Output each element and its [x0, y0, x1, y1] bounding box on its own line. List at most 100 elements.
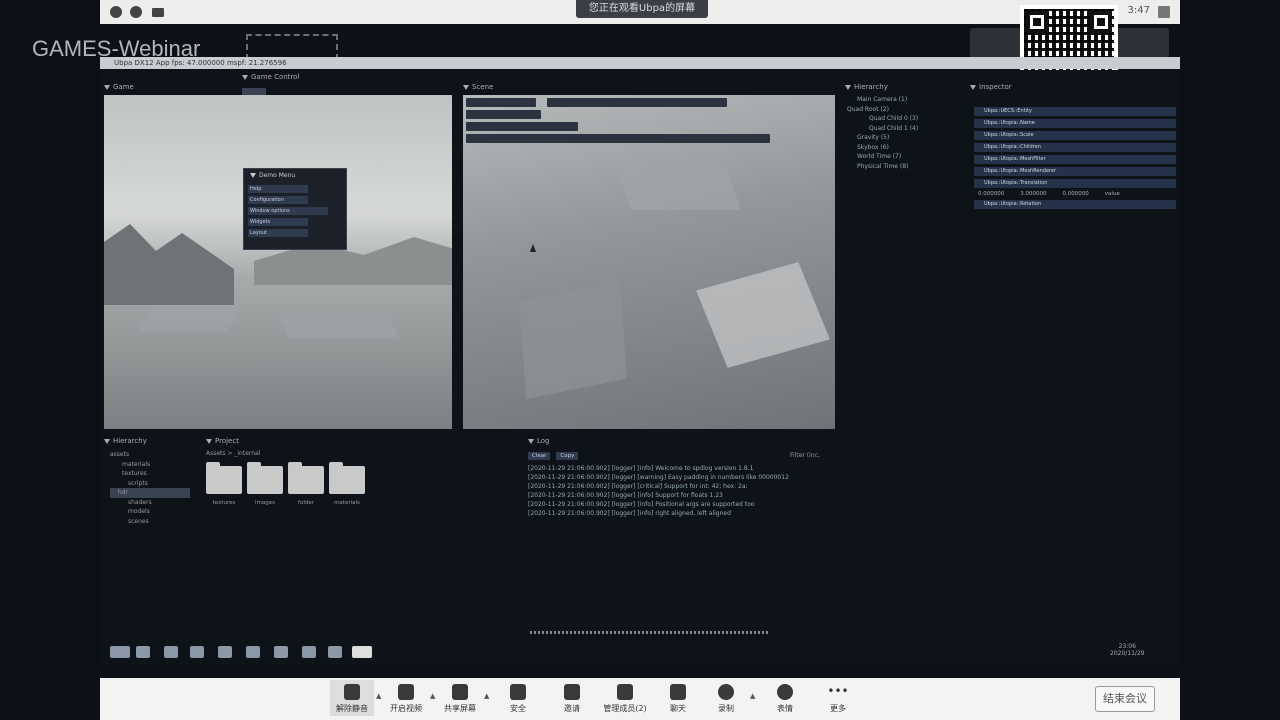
inspector-component[interactable]: Ubpa::Utopia::Name	[974, 119, 1176, 128]
inspector-component[interactable]: Ubpa::Utopia::Children	[974, 143, 1176, 152]
log-line: [2020-11-29 21:06:00.902] [logger] [info…	[528, 501, 755, 508]
inspector-component[interactable]: Ubpa::Utopia::MeshRenderer	[974, 167, 1176, 176]
folder-icon[interactable]	[247, 462, 283, 494]
demo-menu-window[interactable]: Demo Menu Help Configuration Window opti…	[243, 168, 347, 250]
folder-icon[interactable]	[206, 462, 242, 494]
inspector-component[interactable]: Ubpa::Utopia::Rotation	[974, 200, 1176, 209]
inspector-component[interactable]: Ubpa::Utopia::Translation	[974, 179, 1176, 188]
game-viewport[interactable]	[104, 95, 452, 429]
folder-icon[interactable]	[288, 462, 324, 494]
scene-panel-header[interactable]: Scene	[463, 82, 493, 92]
asset-tree-item[interactable]: materials	[110, 460, 190, 470]
app-icon[interactable]	[302, 646, 316, 658]
invite-button[interactable]: 邀请	[550, 684, 594, 714]
share-screen-icon	[452, 684, 468, 700]
app-icon[interactable]	[136, 646, 150, 658]
app-window: Game Control Game Scene Hierarchy Inspec…	[100, 70, 1180, 640]
inspector-component[interactable]: Ubpa::UECS::Entity	[974, 107, 1176, 116]
app-icon[interactable]	[352, 646, 372, 658]
hierarchy-item[interactable]: Skybox (6)	[845, 143, 918, 153]
log-clear-button[interactable]: Clear	[528, 452, 551, 460]
log-filter[interactable]: Filter (inc,	[790, 452, 820, 459]
demo-menu-item[interactable]: Help	[248, 185, 308, 193]
demo-menu-item[interactable]: Layout	[248, 229, 308, 237]
chevron-up-icon[interactable]: ▲	[376, 692, 381, 700]
asset-tree-item[interactable]: scripts	[110, 479, 190, 489]
shield-icon[interactable]	[130, 6, 142, 18]
chat-button[interactable]: 聊天	[656, 684, 700, 714]
app-icon[interactable]	[218, 646, 232, 658]
inspector-component[interactable]: Ubpa::Utopia::Scale	[974, 131, 1176, 140]
share-screen-button[interactable]: 共享屏幕	[438, 684, 482, 714]
chat-icon	[670, 684, 686, 700]
log-toolbar: Clear Copy	[528, 452, 579, 460]
demo-menu-item[interactable]: Configuration	[248, 196, 308, 204]
start-video-button[interactable]: 开启视频	[384, 684, 428, 714]
hierarchy-panel-header[interactable]: Hierarchy	[845, 82, 888, 92]
hierarchy-list: Main Camera (1) Quad Root (2) Quad Child…	[845, 95, 918, 171]
asset-tree-item[interactable]: models	[110, 507, 190, 517]
scene-toolbar-button[interactable]	[466, 122, 578, 131]
info-icon[interactable]	[110, 6, 122, 18]
scene-toolbar-button[interactable]	[466, 98, 536, 107]
hierarchy-assets-header[interactable]: Hierarchy	[104, 436, 147, 446]
hierarchy-item[interactable]: Main Camera (1)	[845, 95, 918, 105]
app-icon[interactable]	[164, 646, 178, 658]
more-button[interactable]: ••• 更多	[816, 684, 860, 714]
asset-tree-item[interactable]: textures	[110, 469, 190, 479]
folder-icon[interactable]	[329, 462, 365, 494]
app-icon[interactable]	[274, 646, 288, 658]
taskbar-clock[interactable]: 23:06 2020/11/29	[1110, 643, 1145, 657]
log-line: [2020-11-29 21:06:00.902] [logger] [crit…	[528, 483, 748, 490]
hierarchy-item[interactable]: Physical Time (8)	[845, 162, 918, 172]
scene-toolbar-button[interactable]	[466, 134, 770, 143]
chevron-up-icon[interactable]: ▲	[484, 692, 489, 700]
log-copy-button[interactable]: Copy	[556, 452, 579, 460]
meeting-time: 3:47	[1127, 5, 1150, 16]
fullscreen-icon[interactable]	[1158, 6, 1170, 18]
horizontal-scrollbar[interactable]	[530, 631, 770, 634]
app-icon[interactable]	[246, 646, 260, 658]
share-status[interactable]: 您正在观看Ubpa的屏幕	[576, 0, 708, 18]
manage-participants-button[interactable]: 管理成员(2)	[600, 684, 650, 714]
translation-vector[interactable]: 0.000000 3.000000 0.000000 value	[978, 191, 1172, 197]
hierarchy-item[interactable]: Quad Child 1 (4)	[845, 124, 918, 134]
asset-tree-item[interactable]: scenes	[110, 517, 190, 527]
game-control-header[interactable]: Game Control	[242, 72, 299, 82]
hierarchy-item[interactable]: Gravity (5)	[845, 133, 918, 143]
security-button[interactable]: 安全	[496, 684, 540, 714]
chevron-up-icon[interactable]: ▲	[430, 692, 435, 700]
project-path[interactable]: Assets > _internal	[206, 450, 260, 457]
mouse-cursor-icon	[530, 244, 536, 252]
app-title-bar: Ubpa DX12 App fps: 47.000000 mspf: 21.27…	[100, 57, 1180, 69]
app-icon[interactable]	[190, 646, 204, 658]
demo-menu-item[interactable]: Widgets	[248, 218, 308, 226]
chevron-up-icon[interactable]: ▲	[750, 692, 755, 700]
log-panel-header[interactable]: Log	[528, 436, 550, 446]
scene-toolbar-button[interactable]	[466, 110, 541, 119]
scene-viewport[interactable]	[463, 95, 835, 429]
game-panel-header[interactable]: Game	[104, 82, 134, 92]
end-meeting-button[interactable]: 结束会议	[1095, 686, 1155, 712]
demo-menu-item[interactable]: Window options	[248, 207, 328, 215]
reactions-button[interactable]: 表情	[763, 684, 807, 714]
participants-icon	[617, 684, 633, 700]
asset-tree-item[interactable]: shaders	[110, 498, 190, 508]
scene-toolbar-slider[interactable]	[547, 98, 727, 107]
record-button[interactable]: 录制	[704, 684, 748, 714]
asset-tree-item[interactable]: assets	[110, 450, 190, 460]
app-icon[interactable]	[110, 646, 130, 658]
folder-label: materials	[334, 500, 360, 506]
signal-icon	[152, 8, 164, 17]
hierarchy-item[interactable]: Quad Child 0 (3)	[845, 114, 918, 124]
asset-tree-item[interactable]: hdr	[110, 488, 190, 498]
app-icon[interactable]	[328, 646, 342, 658]
hierarchy-item[interactable]: World Time (7)	[845, 152, 918, 162]
invite-icon	[564, 684, 580, 700]
inspector-component[interactable]: Ubpa::Utopia::MeshFilter	[974, 155, 1176, 164]
meeting-control-bar: 解除静音 ▲ 开启视频 ▲ 共享屏幕 ▲ 安全 邀请 管理成员(2) 聊天 录制…	[100, 678, 1180, 720]
hierarchy-item[interactable]: Quad Root (2)	[845, 105, 918, 115]
project-panel-header[interactable]: Project	[206, 436, 239, 446]
inspector-list: Ubpa::UECS::Entity Ubpa::Utopia::Name Ub…	[970, 90, 1180, 212]
unmute-button[interactable]: 解除静音	[330, 680, 374, 716]
